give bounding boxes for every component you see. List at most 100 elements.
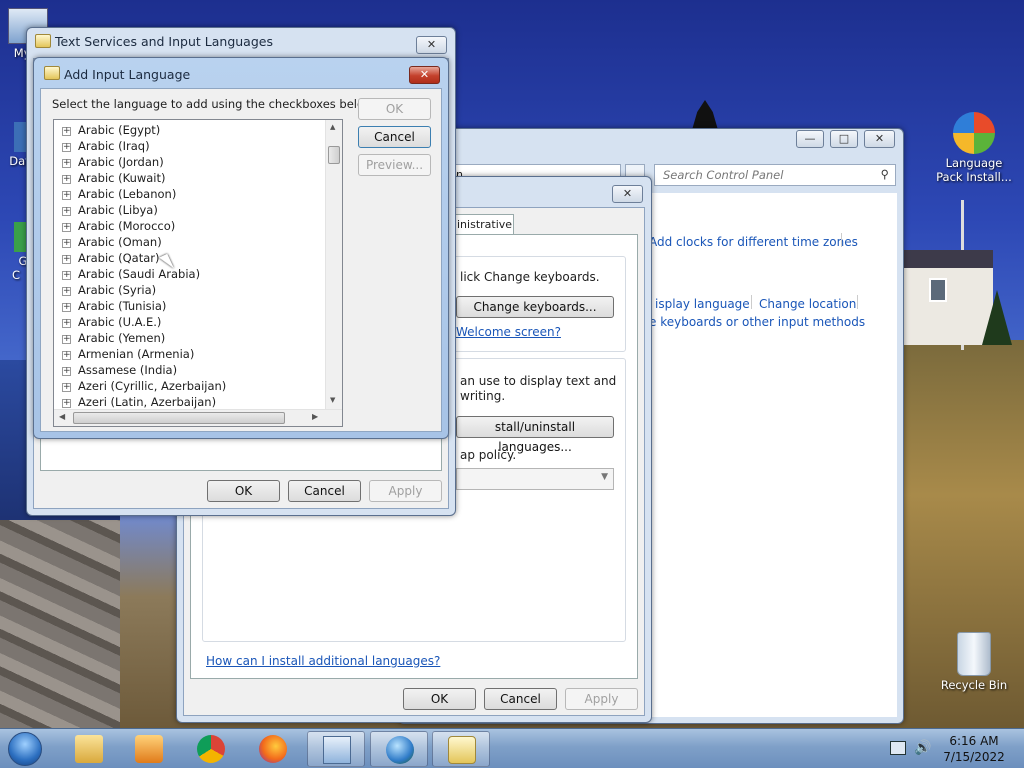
language-tree-item[interactable]: + Arabic (Yemen) xyxy=(62,330,165,346)
preview-button[interactable]: Preview... xyxy=(358,154,431,176)
scroll-down-icon[interactable]: ▼ xyxy=(330,396,335,404)
tab-administrative[interactable]: inistrative xyxy=(452,214,514,236)
taskbar-region-language[interactable] xyxy=(370,731,428,767)
language-tree-item[interactable]: + Arabic (Qatar) xyxy=(62,250,159,266)
maximize-button[interactable]: □ xyxy=(830,130,858,148)
search-input[interactable]: Search Control Panel ⚲ xyxy=(654,164,896,186)
expand-icon[interactable]: + xyxy=(62,367,71,376)
cancel-button[interactable]: Cancel xyxy=(288,480,361,502)
expand-icon[interactable]: + xyxy=(62,191,71,200)
language-tree-item[interactable]: + Arabic (Oman) xyxy=(62,234,162,250)
language-tree-item[interactable]: + Arabic (Morocco) xyxy=(62,218,175,234)
change-keyboards-button[interactable]: Change keyboards... xyxy=(456,296,614,318)
wallpaper-house xyxy=(903,250,993,345)
close-button[interactable]: ✕ xyxy=(416,36,447,54)
expand-icon[interactable]: + xyxy=(62,159,71,168)
language-tree-item[interactable]: + Assamese (India) xyxy=(62,362,177,378)
ok-button[interactable]: OK xyxy=(358,98,431,120)
language-tree-item[interactable]: + Arabic (Egypt) xyxy=(62,122,160,138)
change-location-link[interactable]: Change location xyxy=(759,297,856,311)
title-bar[interactable]: Text Services and Input Languages ✕ xyxy=(27,28,455,54)
expand-icon[interactable]: + xyxy=(62,335,71,344)
horizontal-scrollbar[interactable]: ◀ ▶ xyxy=(54,409,342,426)
language-tree-item[interactable]: + Azeri (Cyrillic, Azerbaijan) xyxy=(62,378,226,394)
language-tree-item[interactable]: + Arabic (Iraq) xyxy=(62,138,150,154)
clock[interactable]: 6:16 AM 7/15/2022 xyxy=(934,733,1014,765)
close-button[interactable]: ✕ xyxy=(864,130,895,148)
chrome-icon xyxy=(197,735,225,763)
ok-button[interactable]: OK xyxy=(207,480,280,502)
expand-icon[interactable]: + xyxy=(62,143,71,152)
apply-button[interactable]: Apply xyxy=(565,688,638,710)
desktop-icon-recycle-bin[interactable]: Recycle Bin xyxy=(936,632,1012,692)
taskbar: 🔊 6:16 AM 7/15/2022 xyxy=(0,728,1024,768)
apply-button[interactable]: Apply xyxy=(369,480,442,502)
scroll-right-icon[interactable]: ▶ xyxy=(312,412,318,421)
language-tree-item[interactable]: + Arabic (Syria) xyxy=(62,282,156,298)
language-label: Arabic (Kuwait) xyxy=(78,171,166,185)
language-label: Arabic (Qatar) xyxy=(78,251,160,265)
welcome-screen-link[interactable]: Welcome screen? xyxy=(456,325,561,339)
volume-icon[interactable]: 🔊 xyxy=(914,740,931,756)
scroll-thumb[interactable] xyxy=(73,412,285,424)
expand-icon[interactable]: + xyxy=(62,207,71,216)
taskbar-firefox[interactable] xyxy=(244,731,302,767)
language-tree-item[interactable]: + Arabic (Jordan) xyxy=(62,154,164,170)
expand-icon[interactable]: + xyxy=(62,319,71,328)
expand-icon[interactable]: + xyxy=(62,223,71,232)
language-tree[interactable]: + Arabic (Egypt) + Arabic (Iraq) + Arabic (Jo… xyxy=(53,119,343,427)
language-tree-item[interactable]: + Armenian (Armenia) xyxy=(62,346,194,362)
display-language-link[interactable]: isplay language xyxy=(655,297,750,311)
scroll-up-icon[interactable]: ▲ xyxy=(330,123,335,131)
install-languages-help-link[interactable]: How can I install additional languages? xyxy=(206,654,440,668)
cancel-button[interactable]: Cancel xyxy=(358,126,431,148)
language-tree-item[interactable]: + Arabic (Lebanon) xyxy=(62,186,176,202)
taskbar-control-panel[interactable] xyxy=(307,731,365,767)
clocks-link[interactable]: Add clocks for different time zones xyxy=(649,235,858,249)
display-language-select[interactable]: ▼ xyxy=(456,468,614,490)
desktop-icon-label: G C xyxy=(11,254,28,282)
network-icon[interactable] xyxy=(890,741,906,755)
language-label: Arabic (Libya) xyxy=(78,203,158,217)
expand-icon[interactable]: + xyxy=(62,255,71,264)
expand-icon[interactable]: + xyxy=(62,303,71,312)
start-button[interactable] xyxy=(4,731,48,767)
scroll-thumb[interactable] xyxy=(328,146,340,164)
taskbar-text-services[interactable] xyxy=(432,731,490,767)
expand-icon[interactable]: + xyxy=(62,351,71,360)
expand-icon[interactable]: + xyxy=(62,399,71,408)
vertical-scrollbar[interactable]: ▲ ▼ xyxy=(325,120,342,410)
scroll-left-icon[interactable]: ◀ xyxy=(59,412,65,421)
close-button[interactable]: ✕ xyxy=(612,185,643,203)
expand-icon[interactable]: + xyxy=(62,127,71,136)
language-tree-item[interactable]: + Arabic (Saudi Arabia) xyxy=(62,266,200,282)
clock-date: 7/15/2022 xyxy=(943,750,1005,764)
expand-icon[interactable]: + xyxy=(62,175,71,184)
taskbar-media-player[interactable] xyxy=(120,731,178,767)
windows-logo-icon xyxy=(8,732,42,766)
taskbar-chrome[interactable] xyxy=(182,731,240,767)
keyboard-icon xyxy=(35,34,51,48)
taskbar-explorer[interactable] xyxy=(60,731,118,767)
cancel-button[interactable]: Cancel xyxy=(484,688,557,710)
language-tree-item[interactable]: + Arabic (Tunisia) xyxy=(62,298,166,314)
install-languages-button[interactable]: stall/uninstall languages... xyxy=(456,416,614,454)
expand-icon[interactable]: + xyxy=(62,383,71,392)
language-tree-item[interactable]: + Arabic (U.A.E.) xyxy=(62,314,161,330)
desktop-icon-language-pack[interactable]: Language Pack Install... xyxy=(936,112,1012,184)
title-bar[interactable]: Add Input Language ✕ xyxy=(34,58,448,84)
keyboards-link[interactable]: e keyboards or other input methods xyxy=(649,315,865,329)
expand-icon[interactable]: + xyxy=(62,239,71,248)
expand-icon[interactable]: + xyxy=(62,271,71,280)
link-separator xyxy=(841,233,842,247)
expand-icon[interactable]: + xyxy=(62,287,71,296)
ok-button[interactable]: OK xyxy=(403,688,476,710)
language-label: Assamese (India) xyxy=(78,363,178,377)
language-tree-item[interactable]: + Azeri (Latin, Azerbaijan) xyxy=(62,394,216,410)
language-label: Armenian (Armenia) xyxy=(78,347,195,361)
language-tree-item[interactable]: + Arabic (Kuwait) xyxy=(62,170,166,186)
close-button[interactable]: ✕ xyxy=(409,66,440,84)
desktop-icon-label: Recycle Bin xyxy=(940,678,1008,692)
language-tree-item[interactable]: + Arabic (Libya) xyxy=(62,202,158,218)
minimize-button[interactable]: — xyxy=(796,130,824,148)
